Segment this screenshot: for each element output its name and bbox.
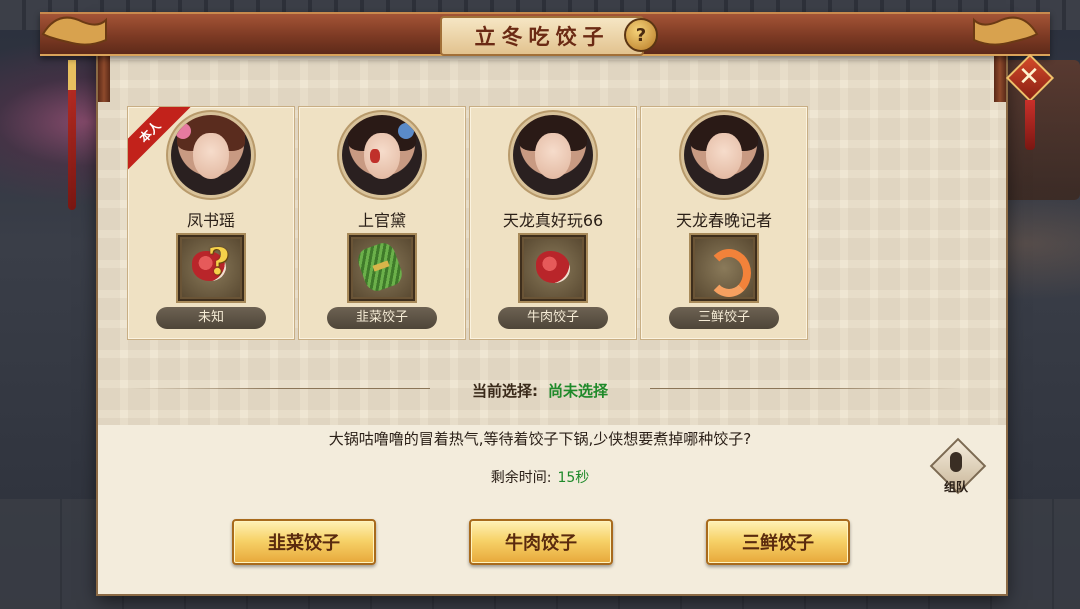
left-tassel-decoration [68,60,76,210]
selection-value: 尚未选择 [547,382,608,400]
player-card-3: 天龙真好玩66 牛肉饺子 [469,106,637,340]
team-button-label: 组队 [943,480,968,494]
player-card-2: 上官黛 韭菜饺子 [298,106,466,340]
player-name: 天龙真好玩66 [502,211,604,230]
item-label: 未知 [156,307,266,329]
player-name: 天龙春晚记者 [675,211,772,230]
close-icon: ✕ [1018,62,1040,92]
item-label: 韭菜饺子 [327,307,437,329]
player-card-1: 本人 凤书瑶 ? 未知 [127,106,295,340]
item-label: 牛肉饺子 [498,307,608,329]
player-name: 凤书瑶 [186,211,235,230]
avatar [684,115,764,195]
right-tassel-decoration [1025,100,1035,150]
prompt-text: 大锅咕噜噜的冒着热气,等待着饺子下锅,少侠想要煮掉哪种饺子? [328,430,752,448]
player-name: 上官黛 [357,211,406,230]
avatar [342,115,422,195]
right-post [994,50,1006,102]
help-button[interactable]: ? [624,18,658,52]
unknown-meat-icon: ? [176,233,246,303]
timer-value: 15秒 [557,470,590,486]
choice-button-chives[interactable]: 韭菜饺子 [232,519,376,565]
page-title: 立冬吃饺子 [474,24,610,49]
selection-label: 当前选择: [471,382,538,400]
avatar [513,115,593,195]
player-card-4: 天龙春晚记者 三鲜饺子 [640,106,808,340]
beam-ornament-right [973,16,1039,46]
chives-icon [347,233,417,303]
beam-ornament-left [41,16,107,46]
left-post [98,50,110,102]
beef-icon [518,233,588,303]
choice-button-beef[interactable]: 牛肉饺子 [469,519,613,565]
team-button[interactable]: 组队 [928,437,987,495]
timer-label: 剩余时间: [490,470,552,486]
lower-section [98,425,1006,594]
microphone-icon [950,452,962,472]
title-plate: 立冬吃饺子 [440,16,644,56]
item-label: 三鲜饺子 [669,307,779,329]
avatar [171,115,251,195]
current-selection: 当前选择: 尚未选择 [0,380,1080,401]
countdown: 剩余时间: 15秒 [0,467,1080,487]
shrimp-icon [689,233,759,303]
close-button[interactable]: ✕ [1005,53,1055,103]
choice-button-seafood[interactable]: 三鲜饺子 [706,519,850,565]
